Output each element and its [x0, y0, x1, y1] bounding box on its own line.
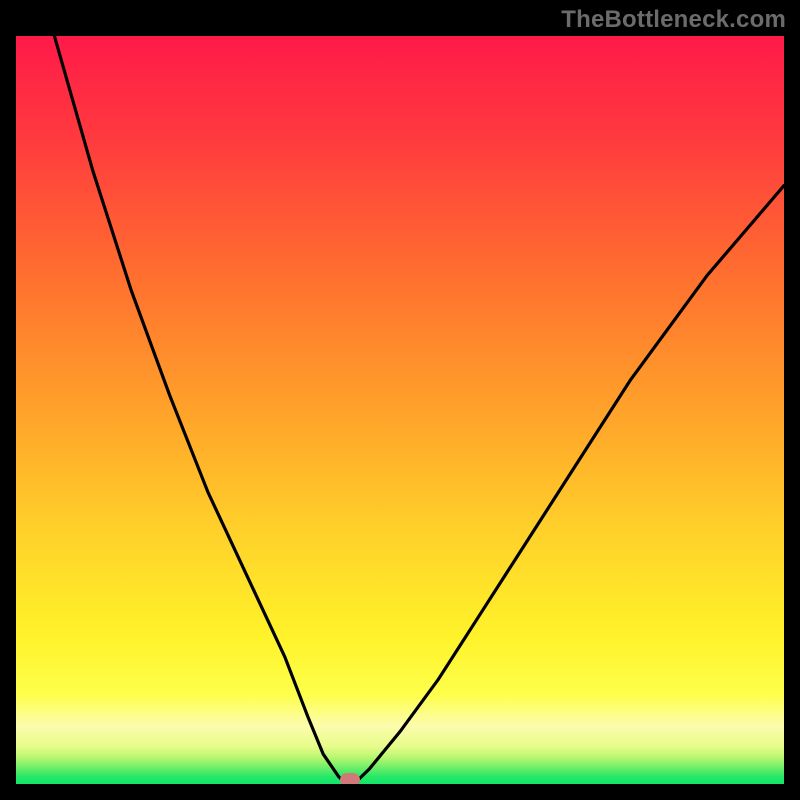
min-point-marker	[340, 773, 360, 784]
watermark-text: TheBottleneck.com	[561, 6, 786, 34]
bottleneck-curve	[16, 36, 784, 784]
plot-area	[16, 36, 784, 784]
chart-frame: TheBottleneck.com	[0, 0, 800, 800]
